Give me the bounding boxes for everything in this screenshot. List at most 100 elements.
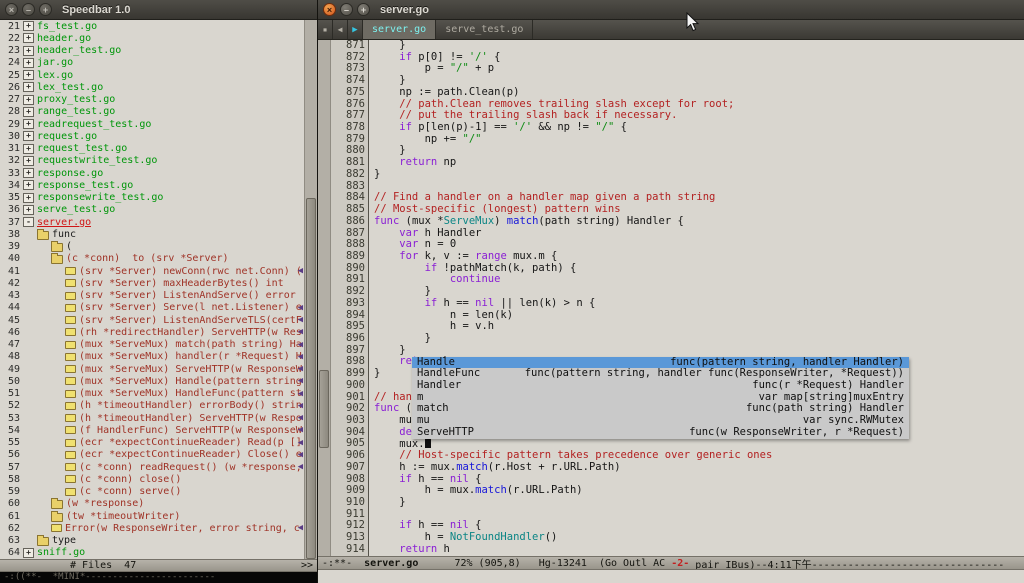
minimize-button[interactable]: – — [22, 3, 35, 16]
tab-server-go[interactable]: server.go — [363, 20, 436, 39]
speedbar-row[interactable]: 44(srv *Server) Serve(l net.Listener) e◀ — [0, 302, 304, 314]
speedbar-row[interactable]: 26+lex_test.go — [0, 81, 304, 93]
close-button[interactable]: × — [5, 3, 18, 16]
tag-icon[interactable] — [65, 304, 76, 312]
speedbar-row[interactable]: 39( — [0, 241, 304, 253]
speedbar-row[interactable]: 64+sniff.go — [0, 547, 304, 559]
tag-icon[interactable] — [65, 439, 76, 447]
tag-icon[interactable] — [51, 524, 62, 532]
speedbar-row[interactable]: 36+serve_test.go — [0, 204, 304, 216]
editor-titlebar[interactable]: × – + server.go — [318, 0, 1024, 20]
tag-icon[interactable] — [65, 475, 76, 483]
speedbar-row[interactable]: 54(f HandlerFunc) ServeHTTP(w ResponseW◀ — [0, 424, 304, 436]
expand-plus-icon[interactable]: + — [23, 168, 34, 178]
speedbar-row[interactable]: 59(c *conn) serve() — [0, 486, 304, 498]
tag-icon[interactable] — [65, 279, 76, 287]
speedbar-row[interactable]: 51(mux *ServeMux) HandleFunc(pattern st◀ — [0, 388, 304, 400]
editor-line[interactable]: 879 np += "/" — [331, 134, 1024, 146]
speedbar-row[interactable]: 56(ecr *expectContinueReader) Close() e◀ — [0, 449, 304, 461]
speedbar-row[interactable]: 60(w *response) — [0, 498, 304, 510]
speedbar-row[interactable]: 27+proxy_test.go — [0, 94, 304, 106]
maximize-button[interactable]: + — [357, 3, 370, 16]
expand-plus-icon[interactable]: + — [23, 33, 34, 43]
tag-icon[interactable] — [65, 414, 76, 422]
speedbar-row[interactable]: 53(h *timeoutHandler) ServeHTTP(w Respo◀ — [0, 412, 304, 424]
speedbar-row[interactable]: 32+requestwrite_test.go — [0, 155, 304, 167]
speedbar-row[interactable]: 38func — [0, 228, 304, 240]
speedbar-row[interactable]: 52(h *timeoutHandler) errorBody() strin◀ — [0, 400, 304, 412]
speedbar-row[interactable]: 48(mux *ServeMux) handler(r *Request) H◀ — [0, 351, 304, 363]
folder-icon[interactable] — [37, 231, 49, 240]
speedbar-row[interactable]: 43(srv *Server) ListenAndServe() error — [0, 290, 304, 302]
speedbar-row[interactable]: 24+jar.go — [0, 57, 304, 69]
expand-plus-icon[interactable]: + — [23, 82, 34, 92]
expand-plus-icon[interactable]: + — [23, 107, 34, 117]
speedbar-titlebar[interactable]: × – + Speedbar 1.0 — [0, 0, 317, 20]
speedbar-row[interactable]: 45(srv *Server) ListenAndServeTLS(certF◀ — [0, 314, 304, 326]
expand-plus-icon[interactable]: + — [23, 205, 34, 215]
speedbar-row[interactable]: 22+header.go — [0, 32, 304, 44]
tag-icon[interactable] — [65, 353, 76, 361]
editor-line[interactable]: 873 p = "/" + p — [331, 63, 1024, 75]
folder-icon[interactable] — [51, 255, 63, 264]
expand-plus-icon[interactable]: + — [23, 95, 34, 105]
completion-item[interactable]: Handlerfunc(r *Request) Handler — [412, 380, 909, 392]
expand-plus-icon[interactable]: + — [23, 46, 34, 56]
tag-icon[interactable] — [65, 292, 76, 300]
tag-icon[interactable] — [65, 377, 76, 385]
speedbar-row[interactable]: 28+range_test.go — [0, 106, 304, 118]
folder-icon[interactable] — [37, 537, 49, 546]
expand-plus-icon[interactable]: + — [23, 180, 34, 190]
speedbar-row[interactable]: 62Error(w ResponseWriter, error string, … — [0, 522, 304, 534]
tab-serve_test-go[interactable]: serve_test.go — [436, 20, 533, 39]
speedbar-row[interactable]: 21+fs_test.go — [0, 20, 304, 32]
speedbar-row[interactable]: 23+header_test.go — [0, 45, 304, 57]
tag-icon[interactable] — [65, 402, 76, 410]
editor-line[interactable]: 910 } — [331, 497, 1024, 509]
speedbar-row[interactable]: 37-server.go — [0, 216, 304, 228]
speedbar-row[interactable]: 30+request.go — [0, 130, 304, 142]
speedbar-row[interactable]: 40(c *conn) to (srv *Server) — [0, 253, 304, 265]
minimize-button[interactable]: – — [340, 3, 353, 16]
editor-line[interactable]: 895 h = v.h — [331, 321, 1024, 333]
collapse-minus-icon[interactable]: - — [23, 217, 34, 227]
close-button[interactable]: × — [323, 3, 336, 16]
tag-icon[interactable] — [65, 488, 76, 496]
tag-icon[interactable] — [65, 316, 76, 324]
tag-icon[interactable] — [65, 365, 76, 373]
expand-plus-icon[interactable]: + — [23, 144, 34, 154]
speedbar-row[interactable]: 50(mux *ServeMux) Handle(pattern string◀ — [0, 375, 304, 387]
completion-item[interactable]: ServeHTTPfunc(w ResponseWriter, r *Reque… — [412, 427, 909, 439]
speedbar-row[interactable]: 49(mux *ServeMux) ServeHTTP(w ResponseW◀ — [0, 363, 304, 375]
folder-icon[interactable] — [51, 243, 63, 252]
speedbar-row[interactable]: 33+response.go — [0, 167, 304, 179]
scrollbar-thumb[interactable] — [306, 198, 316, 559]
speedbar-row[interactable]: 25+lex.go — [0, 69, 304, 81]
speedbar-row[interactable]: 31+request_test.go — [0, 143, 304, 155]
speedbar-row[interactable]: 41(srv *Server) newConn(rwc net.Conn) (◀ — [0, 265, 304, 277]
speedbar-row[interactable]: 58(c *conn) close() — [0, 473, 304, 485]
expand-plus-icon[interactable]: + — [23, 21, 34, 31]
expand-plus-icon[interactable]: + — [23, 156, 34, 166]
speedbar-row[interactable]: 61(tw *timeoutWriter) — [0, 510, 304, 522]
speedbar-scrollbar[interactable] — [304, 20, 317, 559]
tabbar-home-icon[interactable]: ▪ — [318, 20, 333, 39]
speedbar-row[interactable]: 34+response_test.go — [0, 179, 304, 191]
tag-icon[interactable] — [65, 451, 76, 459]
tabbar-scroll-left-icon[interactable]: ◀ — [333, 20, 348, 39]
speedbar-row[interactable]: 63type — [0, 535, 304, 547]
editor-line[interactable]: 914 return h — [331, 544, 1024, 556]
editor-line[interactable]: 882} — [331, 169, 1024, 181]
speedbar-row[interactable]: 35+responsewrite_test.go — [0, 192, 304, 204]
expand-plus-icon[interactable]: + — [23, 193, 34, 203]
editor-buffer[interactable]: 871 }872 if p[0] != '/' {873 p = "/" + p… — [331, 40, 1024, 556]
editor-line[interactable]: 891 continue — [331, 274, 1024, 286]
speedbar-row[interactable]: 57(c *conn) readRequest() (w *response,◀ — [0, 461, 304, 473]
speedbar-row[interactable]: 55(ecr *expectContinueReader) Read(p []◀ — [0, 437, 304, 449]
tag-icon[interactable] — [65, 267, 76, 275]
expand-plus-icon[interactable]: + — [23, 119, 34, 129]
editor-line[interactable]: 909 h = mux.match(r.URL.Path) — [331, 485, 1024, 497]
expand-plus-icon[interactable]: + — [23, 58, 34, 68]
tag-icon[interactable] — [65, 463, 76, 471]
tag-icon[interactable] — [65, 390, 76, 398]
